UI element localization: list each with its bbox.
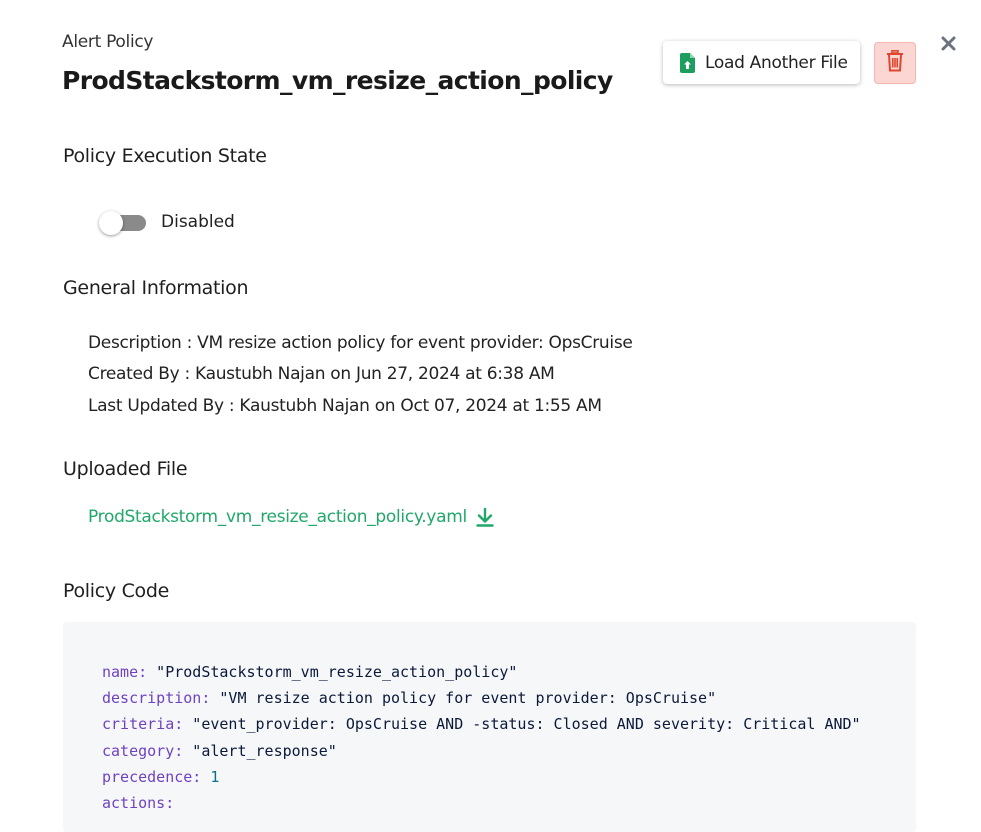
created-by-text: Created By : Kaustubh Najan on Jun 27, 2… xyxy=(88,364,555,384)
code-line: criteria: "event_provider: OpsCruise AND… xyxy=(102,711,886,737)
close-icon[interactable] xyxy=(937,32,959,54)
trash-icon xyxy=(886,50,904,76)
uploaded-file-heading: Uploaded File xyxy=(63,458,188,480)
execution-state-heading: Policy Execution State xyxy=(63,145,267,167)
code-key: description: xyxy=(102,689,211,708)
uploaded-file-link[interactable]: ProdStackstorm_vm_resize_action_policy.y… xyxy=(88,507,467,527)
code-value: 1 xyxy=(201,767,220,786)
code-line: actions: xyxy=(102,790,886,816)
code-line: description: "VM resize action policy fo… xyxy=(102,685,886,711)
download-icon[interactable] xyxy=(474,506,496,528)
code-content: name: "ProdStackstorm_vm_resize_action_p… xyxy=(102,659,886,816)
policy-code-heading: Policy Code xyxy=(63,580,170,602)
execution-state-toggle[interactable] xyxy=(99,210,147,236)
code-value: "event_provider: OpsCruise AND -status: … xyxy=(183,715,861,734)
load-another-file-button[interactable]: Load Another File xyxy=(663,41,860,84)
general-info-heading: General Information xyxy=(63,277,249,299)
code-line: name: "ProdStackstorm_vm_resize_action_p… xyxy=(102,659,886,685)
code-key: criteria: xyxy=(102,715,184,734)
code-line: category: "alert_response" xyxy=(102,738,886,764)
page-title: ProdStackstorm_vm_resize_action_policy xyxy=(62,66,613,95)
toggle-knob xyxy=(99,211,123,235)
code-key: category: xyxy=(102,741,184,760)
delete-button[interactable] xyxy=(874,42,916,84)
code-line: precedence: 1 xyxy=(102,764,886,790)
load-button-label: Load Another File xyxy=(705,52,848,73)
code-value: "ProdStackstorm_vm_resize_action_policy" xyxy=(147,663,518,681)
last-updated-text: Last Updated By : Kaustubh Najan on Oct … xyxy=(88,396,602,416)
code-value: "VM resize action policy for event provi… xyxy=(210,689,717,708)
policy-code-block[interactable]: name: "ProdStackstorm_vm_resize_action_p… xyxy=(63,622,916,832)
code-value: "alert_response" xyxy=(183,741,337,760)
code-key: precedence: xyxy=(102,767,202,786)
file-upload-icon xyxy=(679,52,696,73)
toggle-state-label: Disabled xyxy=(161,212,235,232)
panel-subtitle: Alert Policy xyxy=(62,32,154,52)
code-key: actions: xyxy=(102,793,175,812)
code-key: name: xyxy=(102,663,148,681)
description-text: Description : VM resize action policy fo… xyxy=(88,333,633,353)
